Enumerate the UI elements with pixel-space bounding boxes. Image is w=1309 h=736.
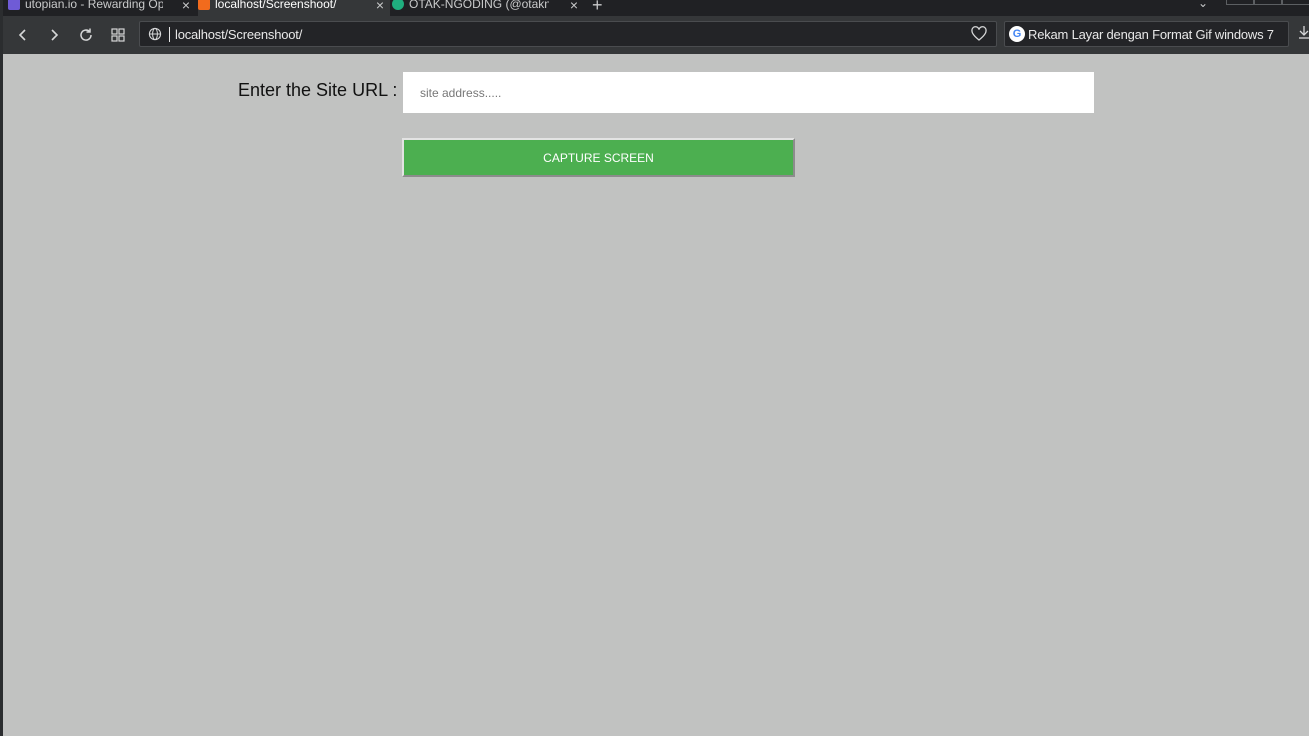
grid-icon (111, 28, 125, 42)
download-icon[interactable] (1298, 25, 1309, 46)
site-url-label: Enter the Site URL : (238, 80, 398, 100)
close-icon[interactable]: × (570, 0, 578, 13)
tab-title: utopian.io - Rewarding Open (25, 0, 163, 11)
tab-otak-ngoding[interactable]: OTAK-NGODING (@otakngoding × (392, 0, 584, 16)
reload-icon (80, 28, 92, 41)
utopian-favicon-icon (8, 0, 20, 10)
xampp-favicon-icon (198, 0, 210, 10)
globe-icon[interactable] (148, 27, 162, 46)
browser-window: utopian.io - Rewarding Open × localhost/… (0, 0, 1309, 736)
heart-icon[interactable] (971, 26, 987, 47)
address-bar[interactable]: localhost/Screenshoot/ (139, 21, 997, 47)
steemit-favicon-icon (392, 0, 404, 10)
maximize-icon[interactable] (1254, 0, 1282, 5)
close-icon[interactable]: × (182, 0, 190, 13)
text-caret (169, 27, 170, 42)
forward-button[interactable] (43, 24, 65, 46)
chevron-left-icon (18, 29, 26, 41)
speed-dial-button[interactable] (107, 24, 129, 46)
google-icon[interactable]: G (1009, 26, 1025, 42)
tab-strip: utopian.io - Rewarding Open × localhost/… (0, 0, 1309, 16)
page-content: Enter the Site URL : CAPTURE SCREEN (3, 54, 1309, 736)
back-button[interactable] (12, 24, 34, 46)
chevron-down-icon[interactable]: ⌄ (1198, 0, 1208, 10)
tab-localhost[interactable]: localhost/Screenshoot/ × (198, 0, 390, 16)
window-close-icon[interactable] (1282, 0, 1309, 5)
site-url-input[interactable] (403, 72, 1094, 113)
tab-title: localhost/Screenshoot/ (215, 0, 337, 11)
tab-title: OTAK-NGODING (@otakngoding (409, 0, 549, 11)
new-tab-icon[interactable]: + (592, 0, 603, 16)
address-text[interactable]: localhost/Screenshoot/ (175, 27, 302, 42)
chevron-right-icon (51, 29, 59, 41)
close-icon[interactable]: × (376, 0, 384, 13)
search-query[interactable]: Rekam Layar dengan Format Gif windows 7 (1028, 27, 1274, 42)
capture-screen-button[interactable]: CAPTURE SCREEN (402, 138, 795, 177)
minimize-icon[interactable] (1226, 0, 1254, 5)
search-field[interactable]: G Rekam Layar dengan Format Gif windows … (1004, 21, 1289, 47)
tab-utopian[interactable]: utopian.io - Rewarding Open × (8, 0, 196, 16)
browser-toolbar: localhost/Screenshoot/ G Rekam Layar den… (0, 16, 1309, 54)
reload-button[interactable] (75, 24, 97, 46)
